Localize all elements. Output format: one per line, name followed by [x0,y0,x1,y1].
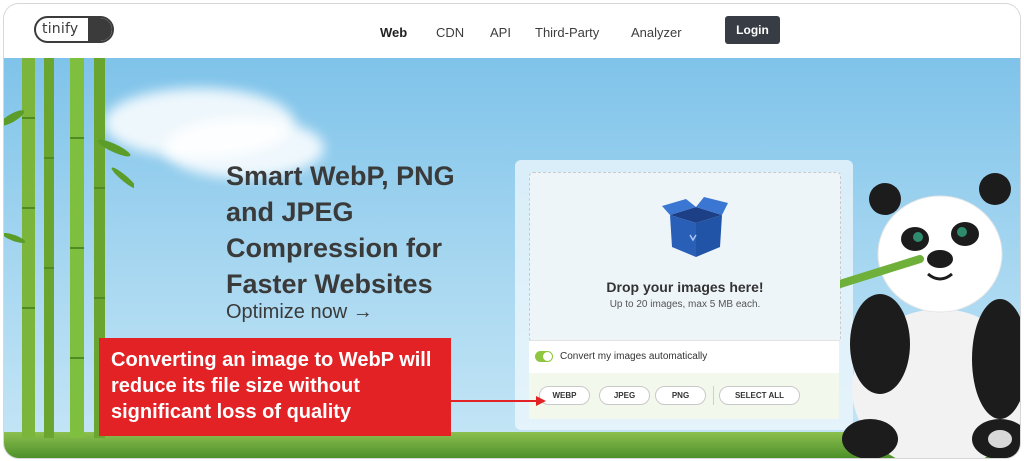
open-box-icon [662,197,728,257]
login-button[interactable]: Login [725,16,780,44]
drop-title: Drop your images here! [606,279,764,295]
annotation-callout: Converting an image to WebP will reduce … [99,338,451,436]
format-divider [713,386,714,405]
hero-headline: Smart WebP, PNG and JPEG Compression for… [226,161,455,299]
upload-panel: Drop your images here! Up to 20 images, … [515,160,853,430]
image-dropzone[interactable]: Drop your images here! Up to 20 images, … [529,172,841,342]
drop-subtitle: Up to 20 images, max 5 MB each. [609,299,761,310]
logo-text: tinify [42,21,79,37]
convert-label: Convert my images automatically [560,351,708,362]
panda-mascot [840,173,1020,458]
nav-link-third-party[interactable]: Third-Party [535,25,599,40]
convert-toggle[interactable] [535,351,553,362]
convert-row: Convert my images automatically [529,340,839,374]
tinify-logo[interactable]: tinify [34,16,114,43]
logo-pill-shape [88,18,112,41]
format-selector: WEBP JPEG PNG SELECT ALL [529,373,839,419]
format-png-button[interactable]: PNG [655,386,706,405]
page-frame: tinify Web CDN API Third-Party Analyzer … [3,3,1021,459]
annotation-arrow-icon [451,396,546,406]
optimize-now-link[interactable]: Optimize now → [226,301,373,324]
toggle-knob [543,352,552,361]
format-jpeg-button[interactable]: JPEG [599,386,650,405]
nav-link-cdn[interactable]: CDN [436,25,464,40]
select-all-button[interactable]: SELECT ALL [719,386,800,405]
top-nav: tinify Web CDN API Third-Party Analyzer … [4,4,1020,58]
format-webp-button[interactable]: WEBP [539,386,590,405]
nav-link-api[interactable]: API [490,25,511,40]
nav-link-web[interactable]: Web [380,25,407,40]
nav-link-analyzer[interactable]: Analyzer [631,25,682,40]
